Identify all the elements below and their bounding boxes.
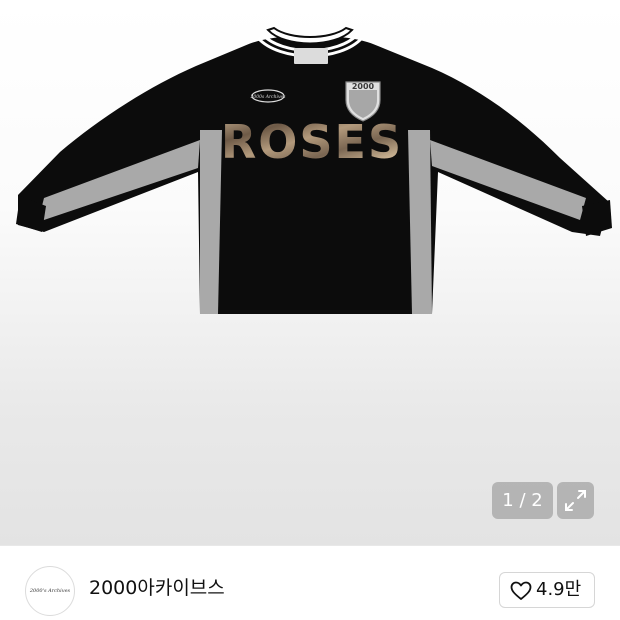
product-image[interactable]: 2000s Archives 2000 ROSES: [0, 0, 620, 545]
avatar-text: 2000's Archives: [29, 588, 71, 594]
jersey-side-panel-right: [408, 130, 432, 314]
seller-name[interactable]: 2000아카이브스: [89, 576, 225, 600]
roses-print: ROSES: [221, 115, 403, 169]
cuff-right: [582, 200, 612, 236]
neck-label: [294, 48, 328, 64]
product-image-gallery[interactable]: 2000s Archives 2000 ROSES 1 / 2: [0, 0, 620, 545]
expand-icon: [565, 490, 586, 511]
like-count: 4.9만: [536, 579, 582, 600]
like-button[interactable]: 4.9만: [499, 572, 595, 608]
page-indicator: 1 / 2: [492, 482, 553, 519]
expand-button[interactable]: [557, 482, 594, 519]
heart-icon: [510, 581, 532, 600]
avatar[interactable]: 2000's Archives: [25, 566, 75, 616]
chest-patch-text: 2000s Archives: [250, 94, 287, 100]
seller-bar: 2000's Archives 2000아카이브스 4.9만: [0, 545, 620, 620]
badge-number: 2000: [352, 82, 375, 91]
